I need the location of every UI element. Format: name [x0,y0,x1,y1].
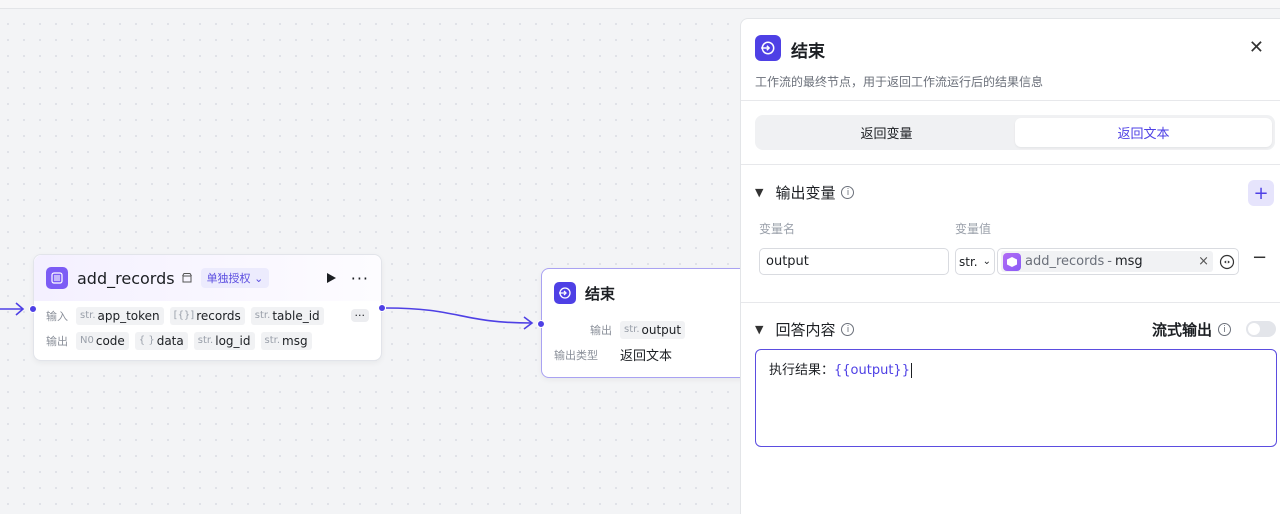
param-type: str. [624,324,640,335]
section-divider [741,302,1280,303]
add-variable-button[interactable]: + [1248,180,1274,206]
info-icon[interactable]: i [841,186,855,199]
param-type: { } [138,335,155,346]
output-type-label: 输出类型 [554,348,598,362]
variable-name-value: output [766,254,809,269]
stream-output-toggle[interactable] [1246,321,1276,337]
output-param-chip: N0 code [76,331,129,350]
stream-output-setting: 流式输出 i [1152,319,1232,340]
chevron-down-icon: ▼ [755,186,764,199]
end-output-chip: str. output [620,320,686,339]
output-param-chip: str. log_id [193,331,255,350]
ref-node-name: add_records [1025,254,1105,269]
end-node[interactable]: 结束 输出 str. output 输出类型 返回文本 [541,268,751,378]
chevron-down-icon: ⌄ [254,272,264,285]
node-ref-chip: add_records - msg × [1001,251,1213,272]
run-node-button[interactable] [326,272,337,284]
param-name: code [95,333,125,348]
panel-title: 结束 [791,42,825,62]
auth-mode-label: 单独授权 [206,272,251,285]
param-name: output [641,322,682,337]
end-node-header: 结束 [542,269,750,317]
input-param-chip: str. table_id [250,306,324,325]
add-records-outputs-row: 输出 N0 code { } data str. log_id str. msg [34,328,381,353]
output-type-value: 返回文本 [620,349,673,364]
edge-arrow [523,316,534,330]
output-variables-section-title[interactable]: ▼ 输出变量 i [755,182,855,203]
clear-icon[interactable]: × [1198,254,1209,269]
end-node-type-row: 输出类型 返回文本 [542,342,750,367]
answer-text-prefix: 执行结果： [769,363,835,378]
info-icon[interactable]: i [1218,323,1232,336]
more-inputs-button[interactable]: ··· [350,309,369,322]
end-output-label: 输出 [590,323,612,337]
section-divider [741,164,1280,165]
panel-header: 结束 ✕ 工作流的最终节点，用于返回工作流运行后的结果信息 [741,19,1280,101]
info-icon[interactable]: i [841,323,855,336]
param-type: str. [80,310,96,321]
add-records-output-port[interactable] [378,304,386,312]
list-icon [46,267,68,289]
panel-description: 工作流的最终节点，用于返回工作流运行后的结果信息 [755,75,1044,89]
param-name: table_id [272,308,320,323]
add-records-node-header: add_records 单独授权 ⌄ ··· [34,255,381,301]
ref-separator: - [1107,254,1112,269]
inputs-label: 输入 [46,309,68,323]
remove-variable-button[interactable]: − [1252,247,1267,268]
chevron-down-icon: ▼ [755,323,764,336]
tab-return-text[interactable]: 返回文本 [1015,118,1272,147]
end-node-input-port[interactable] [537,320,545,328]
ref-field-name: msg [1114,254,1143,269]
input-param-chip: [{}] records [169,306,245,325]
param-name: msg [282,333,308,348]
chevron-down-icon: ⌄ [982,256,991,267]
input-param-chip: str. app_token [76,306,164,325]
auth-mode-dropdown[interactable]: 单独授权 ⌄ [200,268,270,288]
param-type: str. [264,335,281,346]
stream-output-label: 流式输出 [1152,321,1213,339]
param-type: N0 [80,335,94,346]
param-name: records [196,308,241,323]
add-records-node-title: add_records [77,268,175,288]
add-records-node[interactable]: add_records 单独授权 ⌄ ··· 输入 str. app_token … [33,254,382,361]
param-name: log_id [215,333,251,348]
cube-icon [1003,252,1021,271]
variable-value-column: 变量值 [955,222,992,236]
edge-add-records-to-end [385,307,533,324]
variable-reference-field[interactable]: add_records - msg × [997,248,1239,275]
param-name: app_token [97,308,160,323]
outputs-label: 输出 [46,334,68,348]
exit-icon [755,35,781,61]
node-config-panel: 结束 ✕ 工作流的最终节点，用于返回工作流运行后的结果信息 返回变量 返回文本 … [740,18,1280,514]
return-mode-switch: 返回变量 返回文本 [755,115,1275,150]
param-type: str. [254,310,271,321]
output-variables-label: 输出变量 [775,184,836,202]
answer-content-editor[interactable]: 执行结果：{{output}} [755,349,1277,447]
end-node-title: 结束 [585,284,616,303]
canvas-top-bar [0,0,1280,9]
text-cursor [910,363,912,378]
variable-name-input[interactable]: output [759,248,949,275]
add-records-inputs-row: 输入 str. app_token [{}] records str. table_i… [34,303,381,328]
type-select-value: str. [959,254,978,269]
answer-content-section-title[interactable]: ▼ 回答内容 i [755,319,855,340]
output-param-chip: { } data [134,331,188,350]
variable-name-column: 变量名 [759,222,796,236]
variable-picker-icon[interactable] [1219,254,1235,270]
add-records-input-port[interactable] [29,305,37,313]
end-node-output-row: 输出 str. output [542,317,750,342]
store-icon [181,272,193,284]
output-param-chip: str. msg [260,331,312,350]
edge-into-add-records-arrow [15,302,25,316]
param-type: [{}] [173,310,195,321]
tab-return-variable[interactable]: 返回变量 [758,118,1015,147]
exit-icon [554,282,576,304]
more-options-icon[interactable]: ··· [351,269,369,288]
param-name: data [156,333,184,348]
answer-variable-token: {{output}} [834,363,910,378]
close-icon[interactable]: ✕ [1249,37,1264,58]
answer-content-label: 回答内容 [775,321,836,339]
variable-type-select[interactable]: str. ⌄ [955,248,995,275]
param-type: str. [197,335,214,346]
